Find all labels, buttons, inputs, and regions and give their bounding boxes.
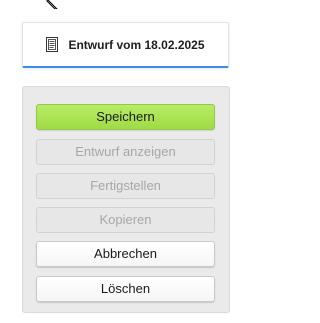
delete-button[interactable]: Löschen: [36, 276, 215, 302]
document-icon: [46, 37, 59, 52]
draft-card[interactable]: Entwurf vom 18.02.2025: [22, 22, 229, 68]
copy-button[interactable]: Kopieren: [36, 207, 215, 233]
save-button[interactable]: Speichern: [36, 104, 215, 130]
mouse-cursor-icon: [46, 0, 58, 9]
finalize-button[interactable]: Fertigstellen: [36, 173, 215, 199]
action-panel: Speichern Entwurf anzeigen Fertigstellen…: [22, 86, 230, 313]
draft-title: Entwurf vom 18.02.2025: [68, 37, 205, 52]
show-draft-button[interactable]: Entwurf anzeigen: [36, 139, 215, 165]
cancel-button[interactable]: Abbrechen: [36, 241, 215, 267]
